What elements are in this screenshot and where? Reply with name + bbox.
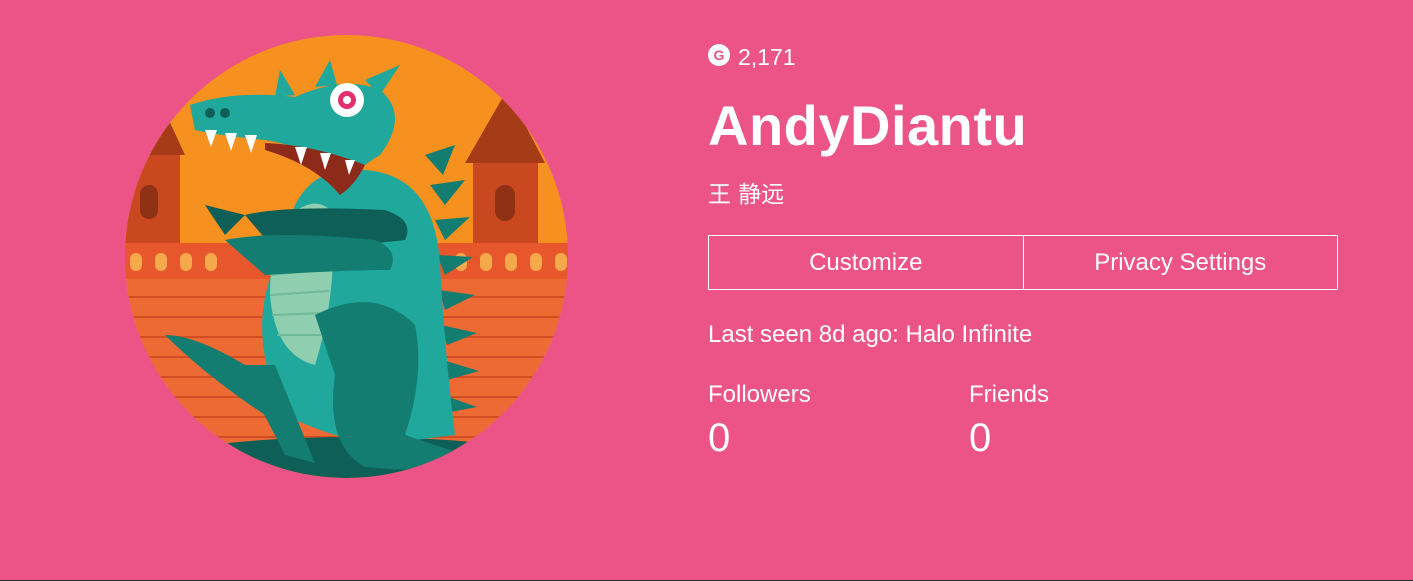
gamerscore: G 2,171: [708, 40, 1348, 74]
friends-stat[interactable]: Friends 0: [969, 380, 1230, 464]
gamertag: AndyDiantu: [708, 94, 1028, 157]
followers-stat[interactable]: Followers 0: [708, 380, 969, 464]
customize-button[interactable]: Customize: [708, 235, 1024, 290]
profile-actions: Customize Privacy Settings: [708, 235, 1338, 290]
followers-count: 0: [708, 416, 731, 460]
friends-count: 0: [969, 416, 992, 460]
profile-header: G 2,171 AndyDiantu 王 静远 Customize Privac…: [0, 0, 1413, 580]
gamerscore-value: 2,171: [738, 44, 796, 70]
gamerscore-icon: G: [708, 44, 730, 66]
last-seen-status: Last seen 8d ago: Halo Infinite: [708, 321, 1033, 348]
profile-info: G 2,171 AndyDiantu 王 静远 Customize Privac…: [708, 40, 1348, 464]
real-name: 王 静远: [708, 182, 785, 208]
friends-label: Friends: [969, 381, 1050, 408]
dinosaur-avatar-icon: [125, 35, 568, 478]
privacy-settings-button[interactable]: Privacy Settings: [1023, 235, 1338, 290]
social-stats: Followers 0 Friends 0: [708, 380, 1348, 464]
followers-label: Followers: [708, 381, 811, 408]
avatar[interactable]: [125, 35, 568, 478]
